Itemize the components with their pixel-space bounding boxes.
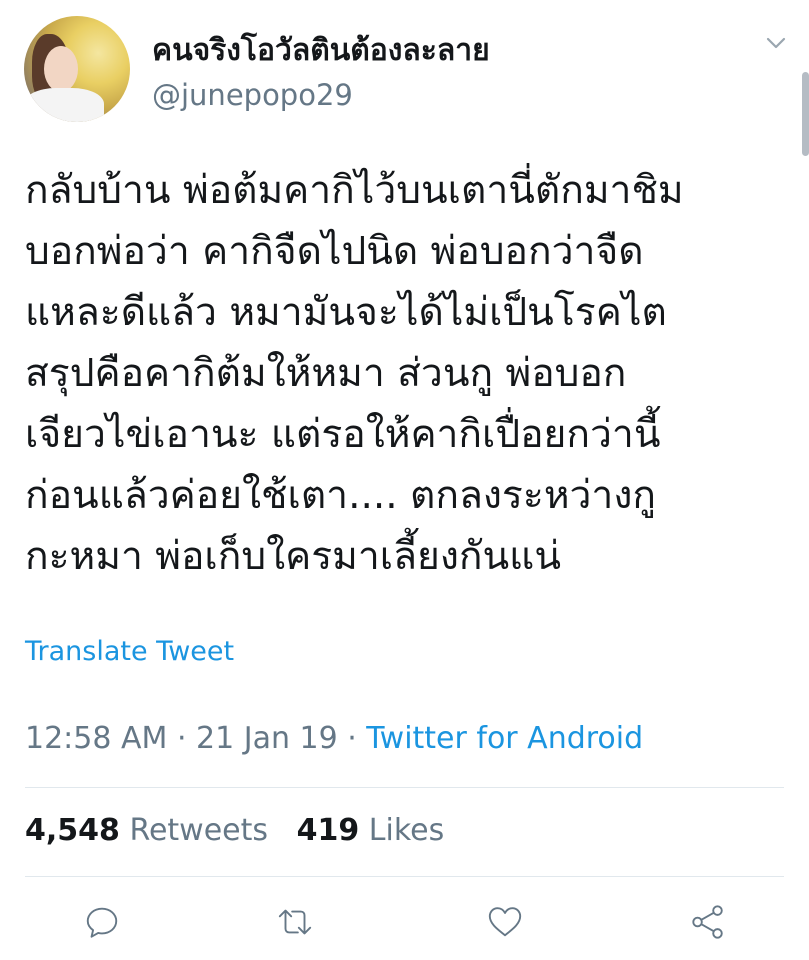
retweets-label: Retweets bbox=[129, 813, 269, 848]
heart-icon bbox=[488, 907, 522, 937]
meta-separator: · bbox=[167, 721, 197, 756]
share-button[interactable] bbox=[686, 900, 730, 944]
reply-icon bbox=[86, 907, 118, 938]
likes-label: Likes bbox=[368, 813, 445, 848]
tweet-time: 12:58 AM bbox=[25, 721, 168, 756]
tweet-meta: 12:58 AM · 21 Jan 19 · Twitter for Andro… bbox=[25, 721, 643, 756]
reply-button[interactable] bbox=[80, 900, 124, 944]
retweet-icon bbox=[278, 909, 312, 935]
tweet-date[interactable]: 21 Jan 19 bbox=[196, 721, 338, 756]
avatar[interactable] bbox=[24, 16, 130, 122]
avatar-shirt bbox=[24, 88, 104, 122]
scrollbar[interactable] bbox=[802, 72, 809, 156]
divider bbox=[25, 787, 784, 788]
retweet-button[interactable] bbox=[273, 900, 317, 944]
divider bbox=[25, 876, 784, 877]
likes-stat[interactable]: 419 Likes bbox=[297, 813, 445, 848]
chevron-down-icon[interactable] bbox=[765, 34, 787, 52]
tweet-text-line: แหละดีแล้ว หมามันจะได้ไม่เป็นโรคไต bbox=[25, 290, 667, 335]
tweet-text: กลับบ้าน พ่อต้มคากิไว้บนเตานี่ตักมาชิม บ… bbox=[25, 160, 785, 587]
tweet-text-line: เจียวไข่เอานะ แต่รอให้คากิเปื่อยกว่านี้ bbox=[25, 412, 661, 457]
display-name[interactable]: คนจริงโอวัลตินต้องละลาย bbox=[152, 27, 490, 74]
retweets-stat[interactable]: 4,548 Retweets bbox=[25, 813, 268, 848]
meta-separator: · bbox=[337, 721, 367, 756]
tweet-text-line: กลับบ้าน พ่อต้มคากิไว้บนเตานี่ตักมาชิม bbox=[25, 168, 684, 213]
share-icon bbox=[692, 905, 723, 939]
likes-count: 419 bbox=[296, 813, 360, 848]
tweet-text-line: บอกพ่อว่า คากิจืดไปนิด พ่อบอกว่าจืด bbox=[25, 229, 644, 274]
user-handle[interactable]: @junepopo29 bbox=[152, 78, 353, 112]
translate-tweet-link[interactable]: Translate Tweet bbox=[25, 636, 234, 667]
tweet-text-line: ก่อนแล้วค่อยใช้เตา.... ตกลงระหว่างกู bbox=[25, 473, 656, 518]
tweet-source[interactable]: Twitter for Android bbox=[366, 721, 643, 756]
tweet-card: คนจริงโอวัลตินต้องละลาย @junepopo29 กลับ… bbox=[0, 0, 809, 960]
tweet-text-line: กะหมา พ่อเก็บใครมาเลี้ยงกันแน่ bbox=[25, 534, 561, 579]
like-button[interactable] bbox=[483, 900, 527, 944]
avatar-face bbox=[44, 46, 78, 92]
tweet-stats: 4,548 Retweets 419 Likes bbox=[25, 813, 444, 848]
retweets-count: 4,548 bbox=[25, 813, 120, 848]
tweet-text-line: สรุปคือคากิต้มให้หมา ส่วนกู พ่อบอก bbox=[25, 351, 627, 396]
